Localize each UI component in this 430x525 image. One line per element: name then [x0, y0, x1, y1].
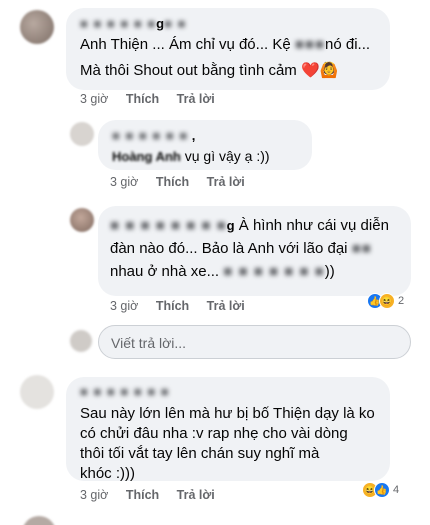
comment-text: có chửi đâu nha :v rap nhẹ cho vài dòng [80, 425, 348, 442]
comment-text: Anh Thiện ... Ám chỉ vụ đó... Kệ ■■■nó đ… [80, 36, 371, 53]
reaction-summary[interactable]: 😆 👍 4 [362, 482, 399, 498]
like-button[interactable]: Thích [126, 488, 159, 502]
haha-reaction-icon: 😆 [379, 293, 395, 309]
reply-button[interactable]: Trả lời [177, 488, 215, 502]
tagged-name[interactable]: Hoàng Anh [112, 149, 181, 164]
avatar[interactable] [70, 208, 94, 232]
timestamp[interactable]: 3 giờ [110, 299, 138, 313]
reply-input[interactable]: Viết trả lời... [98, 325, 411, 359]
commenter-name[interactable]: ■ ■ ■ ■ ■ ■ , [112, 127, 298, 144]
comment-bubble: ■ ■ ■ ■ ■ ■ ■ ■g À hình như cái vụ diễn … [98, 206, 411, 296]
comment-text: nhau ở nhà xe... ■ ■ ■ ■ ■ ■ ■)) [110, 263, 335, 280]
comment-actions: 3 giờ Thích Trả lời [80, 488, 229, 502]
comment-text: thôi tối vắt tay lên chán suy nghĩ mà [80, 445, 320, 462]
avatar [70, 330, 92, 352]
like-button[interactable]: Thích [126, 92, 159, 106]
comment-bubble: ■ ■ ■ ■ ■ ■ ■ Sau này lớn lên mà hư bị b… [66, 377, 390, 482]
avatar[interactable] [20, 10, 54, 44]
comment-text: Hoàng Anh vụ gì vậy ạ :)) [112, 148, 270, 164]
comment-text: khóc :))) [80, 465, 136, 482]
reply-button[interactable]: Trả lời [177, 92, 215, 106]
commenter-name[interactable]: ■ ■ ■ ■ ■ ■ ■ [80, 383, 376, 400]
person-emoji-icon: 🙆 [319, 62, 339, 79]
commenter-name[interactable]: ■ ■ ■ ■ ■ ■g ■ ■ [80, 15, 376, 32]
reaction-count: 4 [393, 484, 400, 496]
reply-button[interactable]: Trả lời [207, 299, 245, 313]
comment-text: đàn nào đó... Bảo là Anh với lão đại ■■ [110, 240, 372, 257]
comment-actions: 3 giờ Thích Trả lời [80, 92, 229, 106]
comment-text: Sau này lớn lên mà hư bị bố Thiện dạy là… [80, 405, 375, 422]
comment-text: Mà thôi Shout out bằng tình cảm ❤️🙆 [80, 62, 339, 79]
comment-actions: 3 giờ Thích Trả lời [110, 175, 259, 189]
comment-text: ■ ■ ■ ■ ■ ■ ■ ■g À hình như cái vụ diễn [110, 217, 389, 234]
like-button[interactable]: Thích [156, 175, 189, 189]
like-reaction-icon: 👍 [374, 482, 390, 498]
comment-bubble: ■ ■ ■ ■ ■ ■ , Hoàng Anh vụ gì vậy ạ :)) [98, 120, 312, 170]
avatar[interactable] [70, 122, 94, 146]
avatar[interactable] [22, 516, 56, 525]
avatar[interactable] [20, 375, 54, 409]
reaction-count: 2 [398, 295, 405, 307]
timestamp[interactable]: 3 giờ [80, 488, 108, 502]
heart-emoji-icon: ❤️ [300, 62, 320, 79]
comment-actions: 3 giờ Thích Trả lời [110, 299, 259, 313]
reply-button[interactable]: Trả lời [207, 175, 245, 189]
like-button[interactable]: Thích [156, 299, 189, 313]
timestamp[interactable]: 3 giờ [110, 175, 138, 189]
timestamp[interactable]: 3 giờ [80, 92, 108, 106]
comment-bubble: ■ ■ ■ ■ ■ ■g ■ ■ Anh Thiện ... Ám chỉ vụ… [66, 8, 390, 90]
reaction-summary[interactable]: 👍 😆 2 [367, 293, 404, 309]
